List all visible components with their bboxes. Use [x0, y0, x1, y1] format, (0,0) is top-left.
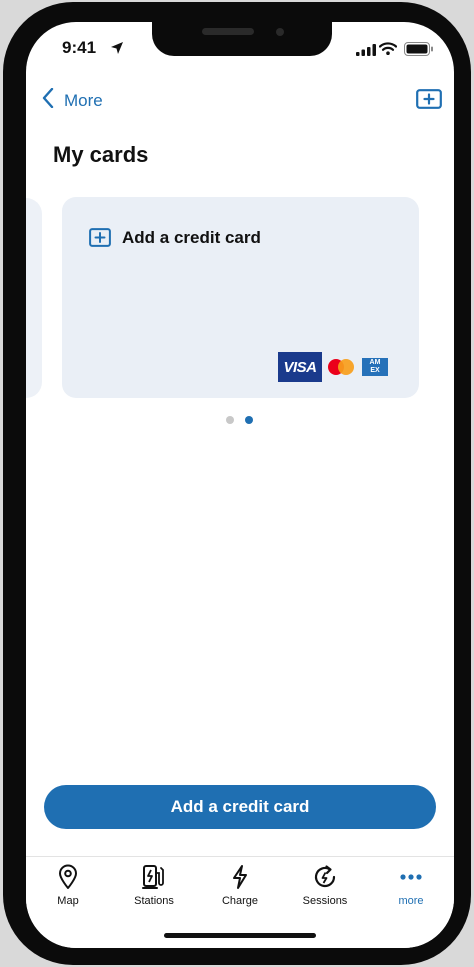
notch [152, 22, 332, 56]
add-card-icon [416, 89, 442, 113]
add-card-button[interactable] [416, 89, 442, 114]
camera [276, 28, 284, 36]
back-label: More [64, 90, 103, 110]
mastercard-logo [328, 359, 354, 375]
history-icon [312, 863, 338, 891]
chevron-left-icon [42, 87, 54, 113]
tab-label-sessions: Sessions [302, 895, 348, 907]
add-credit-card-tile[interactable]: Add a credit card VISA AM EX [62, 197, 419, 398]
battery-icon [404, 42, 434, 61]
mastercard-yellow-circle [338, 359, 354, 375]
screen: 9:41 More My cards Add a credit card VIS… [26, 22, 454, 948]
page-dot-1[interactable] [226, 416, 234, 424]
tab-label-map: Map [57, 895, 79, 907]
cellular-signal-icon [356, 43, 376, 61]
previous-card-edge[interactable] [26, 198, 42, 398]
wifi-icon [378, 42, 398, 60]
tab-label-charge: Charge [221, 895, 259, 907]
amex-line-1: AM [369, 359, 381, 366]
amex-line-2: EX [370, 367, 380, 374]
phone-frame: 9:41 More My cards Add a credit card VIS… [3, 2, 471, 965]
map-pin-icon [58, 863, 78, 891]
tab-charge[interactable]: Charge [200, 863, 280, 915]
tab-map[interactable]: Map [28, 863, 108, 915]
tab-more[interactable]: more [371, 863, 451, 915]
page-dot-2[interactable] [245, 416, 253, 424]
location-arrow-icon [110, 41, 124, 60]
page-title: My cards [53, 142, 149, 167]
add-credit-card-button[interactable]: Add a credit card [44, 785, 436, 829]
plus-square-icon [89, 228, 111, 252]
back-button[interactable]: More [42, 87, 103, 113]
tab-stations[interactable]: Stations [114, 863, 194, 915]
card-brand-logos: VISA AM EX [278, 352, 388, 382]
tab-sessions[interactable]: Sessions [285, 863, 365, 915]
more-dots-icon [400, 863, 422, 891]
tab-label-stations: Stations [134, 895, 174, 907]
status-time: 9:41 [62, 38, 97, 57]
visa-logo: VISA [278, 352, 322, 382]
speaker [202, 28, 254, 35]
home-indicator[interactable] [164, 933, 316, 938]
tab-bar: Map Stations Charge Sessions more [26, 856, 454, 948]
charging-station-icon [142, 863, 166, 891]
amex-logo: AM EX [362, 358, 388, 376]
card-label: Add a credit card [122, 228, 261, 247]
lightning-icon [231, 863, 249, 891]
tab-label-more: more [398, 895, 424, 907]
carousel-page-indicator [226, 416, 264, 424]
